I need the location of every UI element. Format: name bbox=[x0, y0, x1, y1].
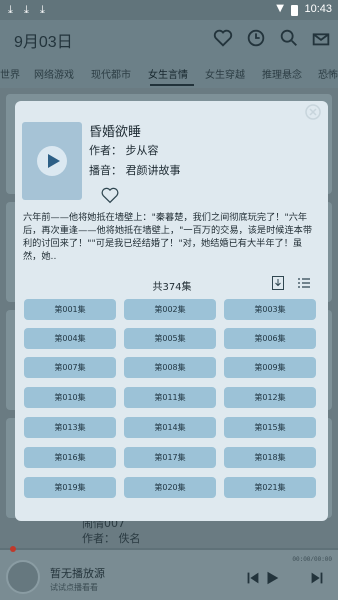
category-tabs: 世界 网络游戏 现代都市 女生言情 女生穿越 推理悬念 恐怖 bbox=[0, 58, 338, 88]
download-icon[interactable] bbox=[272, 276, 284, 290]
app-header: 9月03日 bbox=[0, 20, 338, 58]
clock-icon[interactable] bbox=[245, 27, 267, 49]
episode-button[interactable]: 第020集 bbox=[124, 477, 216, 498]
episode-button[interactable]: 第019集 bbox=[24, 477, 116, 498]
search-icon[interactable] bbox=[278, 27, 300, 49]
episode-button[interactable]: 第011集 bbox=[124, 387, 216, 408]
download-notification-icon: ⤓ bbox=[24, 3, 29, 16]
progress-handle[interactable] bbox=[10, 546, 16, 552]
heart-icon[interactable] bbox=[212, 27, 234, 49]
player-progress[interactable] bbox=[0, 548, 338, 550]
favorite-heart-icon[interactable] bbox=[100, 186, 120, 204]
episode-button[interactable]: 第003集 bbox=[224, 299, 316, 320]
player-subtitle: 试试点播看看 bbox=[50, 583, 98, 592]
episode-button[interactable]: 第005集 bbox=[124, 328, 216, 349]
close-icon[interactable] bbox=[302, 101, 324, 123]
episode-button[interactable]: 第010集 bbox=[24, 387, 116, 408]
episode-button[interactable]: 第007集 bbox=[24, 357, 116, 378]
player-time: 00:00/00:00 bbox=[292, 556, 332, 563]
wifi-icon: ▼ bbox=[276, 3, 284, 14]
sort-list-icon[interactable] bbox=[297, 277, 311, 289]
list-item-author: 作者： 佚名 bbox=[82, 532, 141, 545]
episode-button[interactable]: 第016集 bbox=[24, 447, 116, 468]
date-title: 9月03日 bbox=[14, 34, 73, 51]
episode-button[interactable]: 第012集 bbox=[224, 387, 316, 408]
book-cover[interactable] bbox=[22, 122, 82, 200]
episode-button[interactable]: 第017集 bbox=[124, 447, 216, 468]
book-author: 作者： 步从容 bbox=[89, 144, 159, 157]
category-tab[interactable]: 女生穿越 bbox=[205, 66, 245, 81]
book-title: 昏婚欲睡 bbox=[89, 125, 142, 140]
episode-button[interactable]: 第006集 bbox=[224, 328, 316, 349]
episode-button[interactable]: 第013集 bbox=[24, 417, 116, 438]
category-tab[interactable]: 世界 bbox=[0, 66, 20, 81]
player-title: 暂无播放源 bbox=[50, 567, 105, 580]
episode-button[interactable]: 第014集 bbox=[124, 417, 216, 438]
episode-count: 共374集 bbox=[152, 282, 192, 293]
episode-button[interactable]: 第009集 bbox=[224, 357, 316, 378]
episode-button[interactable]: 第015集 bbox=[224, 417, 316, 438]
play-button[interactable] bbox=[37, 146, 67, 176]
episode-button[interactable]: 第002集 bbox=[124, 299, 216, 320]
category-tab[interactable]: 现代都市 bbox=[91, 66, 131, 81]
category-tab[interactable]: 恐怖 bbox=[318, 66, 338, 81]
category-tab-active[interactable]: 女生言情 bbox=[148, 66, 188, 81]
status-bar: ⤓ ⤓ ⤓ ▼ 10:43 bbox=[0, 0, 338, 20]
episode-button[interactable]: 第004集 bbox=[24, 328, 116, 349]
next-icon[interactable] bbox=[308, 569, 326, 587]
previous-icon[interactable] bbox=[244, 569, 262, 587]
book-description: 六年前——他将她抵在墙壁上："秦暮楚，我们之间彻底玩完了！"六年后，再次重逢——… bbox=[23, 212, 313, 262]
download-notification-icon: ⤓ bbox=[8, 3, 13, 16]
mail-icon[interactable] bbox=[310, 27, 332, 49]
episode-button[interactable]: 第001集 bbox=[24, 299, 116, 320]
episode-button[interactable]: 第018集 bbox=[224, 447, 316, 468]
category-tab[interactable]: 网络游戏 bbox=[34, 66, 74, 81]
episode-button[interactable]: 第008集 bbox=[124, 357, 216, 378]
status-time: 10:43 bbox=[304, 3, 332, 15]
player-cover[interactable] bbox=[6, 560, 40, 594]
category-tab[interactable]: 推理悬念 bbox=[262, 66, 302, 81]
play-icon bbox=[48, 154, 60, 168]
episode-button[interactable]: 第021集 bbox=[224, 477, 316, 498]
book-narrator: 播音： 君颜讲故事 bbox=[89, 164, 181, 177]
play-icon[interactable] bbox=[263, 569, 281, 587]
battery-icon bbox=[291, 5, 298, 16]
download-notification-icon: ⤓ bbox=[40, 3, 45, 16]
active-tab-indicator bbox=[150, 84, 194, 86]
